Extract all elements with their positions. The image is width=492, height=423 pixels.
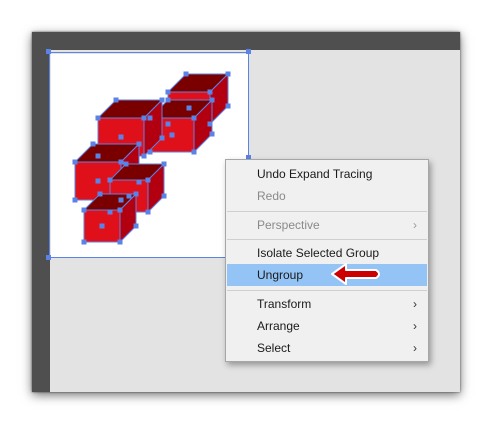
submenu-chevron-icon: ›: [413, 218, 417, 232]
menu-separator: [227, 239, 427, 240]
menu-item-select[interactable]: Select ›: [227, 337, 427, 359]
menu-item-transform[interactable]: Transform ›: [227, 293, 427, 315]
menu-item-label: Redo: [257, 189, 286, 203]
menu-item-isolate-selected-group[interactable]: Isolate Selected Group: [227, 242, 427, 264]
resize-handle-bottom-left[interactable]: [46, 255, 51, 260]
resize-handle-top-left[interactable]: [46, 49, 51, 54]
submenu-chevron-icon: ›: [413, 319, 417, 333]
menu-item-perspective[interactable]: Perspective ›: [227, 214, 427, 236]
resize-handle-top-right[interactable]: [246, 49, 251, 54]
submenu-chevron-icon: ›: [413, 297, 417, 311]
menu-item-label: Transform: [257, 297, 312, 311]
menu-item-arrange[interactable]: Arrange ›: [227, 315, 427, 337]
menu-item-label: Undo Expand Tracing: [257, 167, 373, 181]
context-menu: Undo Expand Tracing Redo Perspective › I…: [225, 159, 429, 362]
menu-item-ungroup[interactable]: Ungroup: [227, 264, 427, 286]
submenu-chevron-icon: ›: [413, 341, 417, 355]
menu-item-label: Arrange: [257, 319, 300, 333]
menu-item-label: Isolate Selected Group: [257, 246, 380, 260]
menu-item-undo-expand-tracing[interactable]: Undo Expand Tracing: [227, 163, 427, 185]
menu-separator: [227, 211, 427, 212]
menu-item-label: Ungroup: [257, 268, 304, 282]
menu-separator: [227, 290, 427, 291]
menu-item-label: Select: [257, 341, 291, 355]
menu-item-label: Perspective: [257, 218, 320, 232]
menu-item-redo[interactable]: Redo: [227, 185, 427, 207]
